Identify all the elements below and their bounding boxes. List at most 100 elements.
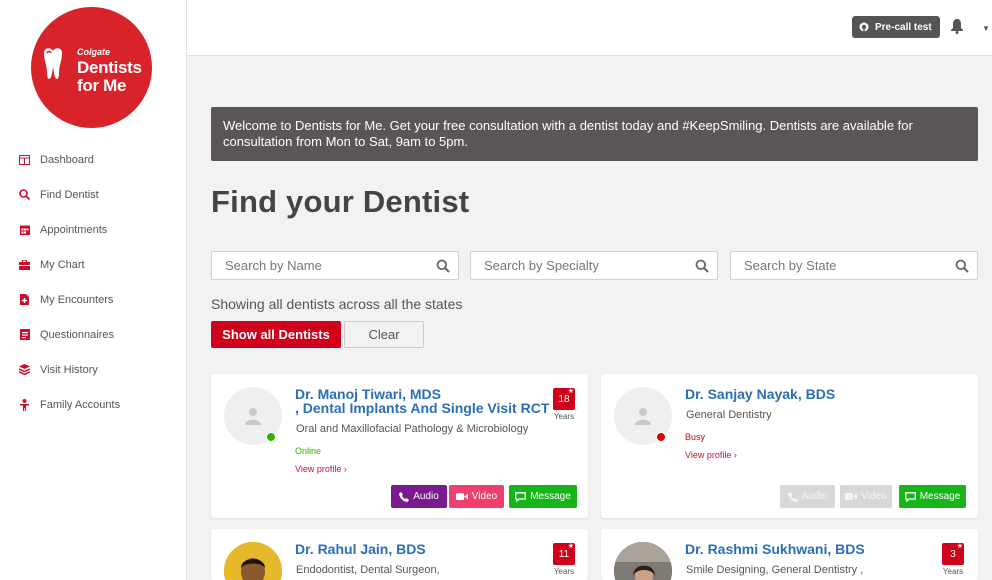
sidebar-item-label: Dashboard (40, 153, 94, 166)
busy-status-dot (656, 432, 666, 442)
star-icon: ★ (567, 543, 574, 550)
dentist-card: Dr. Manoj Tiwari, MDS , Dental Implants … (211, 374, 588, 518)
sidebar: Colgate Dentists for Me Dashboard Find D… (0, 0, 187, 580)
sidebar-nav: Dashboard Find Dentist Appointments My C… (0, 142, 186, 422)
video-camera-icon (845, 493, 858, 500)
dentist-specialty: Endodontist, Dental Surgeon, (296, 564, 440, 576)
page-title: Find your Dentist (211, 184, 470, 219)
headset-icon (859, 22, 869, 32)
message-label: Message (919, 491, 961, 502)
search-by-specialty-input[interactable] (471, 258, 681, 273)
topbar: Pre-call test ▼ (187, 0, 992, 56)
search-by-name-input[interactable] (212, 258, 422, 273)
history-stack-icon (19, 364, 30, 375)
experience-years: 11 (558, 548, 570, 560)
bell-icon[interactable] (950, 18, 964, 34)
experience-years-label: Years (553, 412, 575, 421)
star-icon: ★ (567, 388, 574, 395)
experience-years-label: Years (553, 567, 575, 576)
sidebar-item-my-encounters[interactable]: My Encounters (0, 282, 186, 317)
message-button[interactable]: Message (899, 485, 966, 508)
search-by-state-input[interactable] (731, 258, 941, 273)
dentist-name-line2: , Dental Implants And Single Visit RCT (295, 400, 550, 416)
audio-label: Audio (413, 491, 439, 502)
experience-badge: 3 ★ Years (942, 543, 964, 576)
video-call-button[interactable]: Video (840, 485, 892, 508)
tooth-logo-icon (44, 48, 62, 79)
dentist-card: Dr. Sanjay Nayak, BDS General Dentistry … (601, 374, 978, 518)
calendar-icon (19, 224, 30, 235)
clear-button[interactable]: Clear (344, 321, 424, 348)
sidebar-item-label: Appointments (40, 223, 108, 236)
dentist-status: Online (295, 446, 322, 456)
video-label: Video (471, 491, 498, 502)
sidebar-item-appointments[interactable]: Appointments (0, 212, 186, 247)
sidebar-item-my-chart[interactable]: My Chart (0, 247, 186, 282)
sidebar-item-label: Find Dentist (40, 188, 99, 201)
audio-label: Audio (801, 491, 828, 502)
sidebar-item-label: Questionnaires (40, 328, 114, 341)
avatar (224, 542, 282, 580)
message-button[interactable]: Message (509, 485, 577, 508)
search-by-name-field[interactable] (211, 251, 459, 280)
pre-call-test-label: Pre-call test (875, 21, 932, 33)
document-plus-icon (19, 294, 30, 305)
family-icon (19, 398, 30, 411)
dentist-specialty: Oral and Maxillofacial Pathology & Micro… (296, 423, 529, 435)
user-placeholder-icon (245, 408, 261, 425)
welcome-banner: Welcome to Dentists for Me. Get your fre… (211, 107, 978, 161)
showing-text: Showing all dentists across all the stat… (211, 296, 463, 312)
audio-call-button[interactable]: Audio (780, 485, 835, 508)
phone-icon (787, 491, 798, 502)
video-label: Video (861, 491, 887, 502)
dashboard-icon (19, 154, 30, 165)
sidebar-item-label: My Chart (40, 258, 85, 271)
sidebar-item-find-dentist[interactable]: Find Dentist (0, 177, 186, 212)
dentist-card: Dr. Rahul Jain, BDS Endodontist, Dental … (211, 529, 588, 580)
account-menu-caret-icon[interactable]: ▼ (982, 24, 990, 33)
experience-badge: 18 ★ Years (553, 388, 575, 421)
sidebar-item-family-accounts[interactable]: Family Accounts (0, 387, 186, 422)
search-icon[interactable] (955, 259, 969, 273)
brand-colgate: Colgate (77, 47, 111, 57)
dentist-specialty: Smile Designing, General Dentistry , (686, 564, 864, 576)
pre-call-test-button[interactable]: Pre-call test (852, 16, 940, 38)
brand-name-line2: for Me (77, 76, 127, 95)
message-label: Message (530, 491, 571, 502)
dentist-specialty: General Dentistry (686, 409, 772, 421)
audio-call-button[interactable]: Audio (391, 485, 447, 508)
brand-name-line1: Dentists (77, 58, 142, 77)
sidebar-item-questionnaires[interactable]: Questionnaires (0, 317, 186, 352)
search-by-state-field[interactable] (730, 251, 978, 280)
video-camera-icon (455, 493, 468, 500)
sidebar-item-label: Family Accounts (40, 398, 121, 411)
dentist-card: Dr. Rashmi Sukhwani, BDS Smile Designing… (601, 529, 978, 580)
experience-years: 18 (558, 393, 570, 405)
chat-bubble-icon (515, 491, 527, 502)
view-profile-link[interactable]: View profile › (295, 464, 347, 474)
user-placeholder-icon (635, 408, 651, 425)
online-status-dot (266, 432, 276, 442)
dentist-name[interactable]: Dr. Rashmi Sukhwani, BDS (685, 542, 865, 556)
dentist-name[interactable]: Dr. Rahul Jain, BDS (295, 542, 426, 556)
sidebar-item-label: Visit History (40, 363, 98, 376)
sidebar-item-label: My Encounters (40, 293, 114, 306)
dentist-status: Busy (685, 432, 706, 442)
video-call-button[interactable]: Video (449, 485, 504, 508)
search-by-specialty-field[interactable] (470, 251, 718, 280)
search-icon[interactable] (436, 259, 450, 273)
experience-years: 3 (950, 548, 956, 560)
chart-icon (19, 259, 30, 270)
dentist-photo (224, 542, 282, 580)
avatar (614, 542, 672, 580)
search-icon[interactable] (695, 259, 709, 273)
dentist-name-line1: Dr. Manoj Tiwari, MDS (295, 386, 441, 402)
dentist-name[interactable]: Dr. Manoj Tiwari, MDS , Dental Implants … (295, 387, 549, 415)
sidebar-item-visit-history[interactable]: Visit History (0, 352, 186, 387)
sidebar-item-dashboard[interactable]: Dashboard (0, 142, 186, 177)
dentist-name[interactable]: Dr. Sanjay Nayak, BDS (685, 387, 835, 401)
show-all-dentists-button[interactable]: Show all Dentists (211, 321, 341, 348)
chat-bubble-icon (904, 491, 916, 502)
dentists-for-me-logo[interactable]: Colgate Dentists for Me (31, 7, 152, 128)
view-profile-link[interactable]: View profile › (685, 450, 737, 460)
